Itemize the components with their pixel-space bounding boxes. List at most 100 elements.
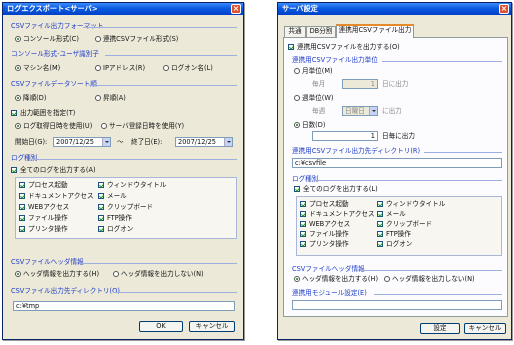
title-bar: サーバ設定 × xyxy=(278,3,511,15)
unit-header: 連携用CSVファイル出力単位 xyxy=(292,56,378,64)
header-output-radio[interactable] xyxy=(15,271,21,277)
daily-radio[interactable] xyxy=(294,122,300,128)
log-process-checkbox[interactable] xyxy=(19,182,25,188)
log-type-label: WEBアクセス xyxy=(28,203,70,211)
log-type-label: ウィンドウタイトル xyxy=(386,200,446,208)
apply-button[interactable]: 設定 xyxy=(420,323,460,334)
tab-db-split[interactable]: DB分割 xyxy=(306,26,336,37)
cancel-button[interactable]: キャンセル xyxy=(464,323,506,334)
log-type-label: クリップボード xyxy=(386,220,433,228)
ascending-radio[interactable] xyxy=(95,95,101,101)
every-month-label: 毎月 xyxy=(312,80,326,88)
log-mail-checkbox[interactable] xyxy=(377,211,383,217)
log-type-label: メール xyxy=(386,210,406,218)
module-header: 連携用モジュール設定(E) xyxy=(292,289,367,297)
divider xyxy=(83,27,237,28)
log-type-label: FTP操作 xyxy=(386,230,411,238)
log-type-label: WEBアクセス xyxy=(309,220,351,228)
log-type-label: ログオン xyxy=(107,225,134,233)
log-time-label: ログ取得日時を使用(U) xyxy=(23,122,93,130)
output-csv-checkbox[interactable] xyxy=(288,44,294,50)
end-date-picker[interactable]: 2007/12/25 xyxy=(175,137,233,147)
cancel-button[interactable]: キャンセル xyxy=(189,321,235,332)
tab-panel: 連携用CSVファイルを出力する(O) 連携用CSVファイル出力単位 月単位(M)… xyxy=(283,37,508,317)
start-date-label: 開始日(G): xyxy=(15,138,48,146)
header-no-output-radio[interactable] xyxy=(384,276,390,282)
log-web-checkbox[interactable] xyxy=(19,204,25,210)
header-no-output-label: ヘッダ情報を出力しない(N) xyxy=(121,270,204,278)
ok-button[interactable]: OK xyxy=(139,321,183,332)
log-time-radio[interactable] xyxy=(15,123,21,129)
log-ftp-checkbox[interactable] xyxy=(98,215,104,221)
descending-label: 降順(D) xyxy=(23,94,47,102)
all-logs-checkbox[interactable] xyxy=(11,167,17,173)
chevron-down-icon[interactable] xyxy=(102,138,110,146)
format-console-label: コンソール形式(C) xyxy=(23,35,79,43)
start-date-picker[interactable]: 2007/12/25 xyxy=(53,137,111,147)
log-printer-checkbox[interactable] xyxy=(19,226,25,232)
format-csv-label: 連携CSVファイル形式(S) xyxy=(103,35,179,43)
weekly-radio[interactable] xyxy=(294,95,300,101)
server-settings-dialog: サーバ設定 × 共通 DB分割 連携用CSVファイル出力 連携用CSVファイルを… xyxy=(277,2,512,340)
log-document-checkbox[interactable] xyxy=(19,193,25,199)
log-mail-checkbox[interactable] xyxy=(98,193,104,199)
format-console-radio[interactable] xyxy=(15,36,21,42)
log-type-label: プロセス起動 xyxy=(309,200,349,208)
log-printer-checkbox[interactable] xyxy=(300,241,306,247)
header-no-output-radio[interactable] xyxy=(113,271,119,277)
month-suffix-label: 日に出力 xyxy=(382,80,409,88)
days-value: 1 xyxy=(370,132,375,140)
close-button[interactable]: × xyxy=(231,4,241,14)
log-file-checkbox[interactable] xyxy=(19,215,25,221)
ip-address-radio[interactable] xyxy=(95,65,101,71)
log-window-checkbox[interactable] xyxy=(98,182,104,188)
module-input[interactable] xyxy=(292,300,502,310)
days-input[interactable]: 1 xyxy=(312,131,378,141)
output-dir-input[interactable]: c:¥tmp xyxy=(13,301,235,311)
monthly-radio[interactable] xyxy=(294,68,300,74)
log-clipboard-checkbox[interactable] xyxy=(377,221,383,227)
chevron-down-icon[interactable] xyxy=(224,138,232,146)
output-dir-header: CSVファイル出力先ディレクトリ(O) xyxy=(11,287,120,295)
logon-name-radio[interactable] xyxy=(163,65,169,71)
every-week-label: 毎週 xyxy=(312,107,326,115)
log-document-checkbox[interactable] xyxy=(300,211,306,217)
log-type-label: メール xyxy=(107,192,127,200)
log-type-label: プリンタ操作 xyxy=(309,240,349,248)
log-logon-checkbox[interactable] xyxy=(377,241,383,247)
format-csv-radio[interactable] xyxy=(95,36,101,42)
csv-header-header: CSVファイルヘッダ情報 xyxy=(292,265,365,273)
machine-name-radio[interactable] xyxy=(15,65,21,71)
window-title: サーバ設定 xyxy=(282,4,318,13)
dir-header: 連携用CSVファイル出力先ディレクトリ(R) xyxy=(292,147,421,155)
log-file-checkbox[interactable] xyxy=(300,231,306,237)
start-date-value: 2007/12/25 xyxy=(56,138,95,146)
month-day-input[interactable]: 1 xyxy=(342,79,378,89)
descending-radio[interactable] xyxy=(15,95,21,101)
server-time-radio[interactable] xyxy=(101,123,107,129)
logon-name-label: ログオン名(L) xyxy=(171,64,213,72)
end-date-value: 2007/12/25 xyxy=(178,138,217,146)
tab-common[interactable]: 共通 xyxy=(284,26,306,37)
week-suffix-label: に出力 xyxy=(382,107,402,115)
log-process-checkbox[interactable] xyxy=(300,201,306,207)
header-output-label: ヘッダ情報を出力する(H) xyxy=(23,270,100,278)
log-window-checkbox[interactable] xyxy=(377,201,383,207)
header-output-radio[interactable] xyxy=(294,276,300,282)
log-clipboard-checkbox[interactable] xyxy=(98,204,104,210)
all-logs-checkbox[interactable] xyxy=(294,186,300,192)
monthly-label: 月単位(M) xyxy=(302,67,333,75)
log-type-label: ログオン xyxy=(386,240,413,248)
log-ftp-checkbox[interactable] xyxy=(377,231,383,237)
log-web-checkbox[interactable] xyxy=(300,221,306,227)
tab-csv-output[interactable]: 連携用CSVファイル出力 xyxy=(336,24,414,38)
log-logon-checkbox[interactable] xyxy=(98,226,104,232)
dir-input[interactable]: c:¥csvfile xyxy=(292,158,502,168)
weekday-select[interactable]: 日曜日 xyxy=(342,106,378,116)
log-type-label: FTP操作 xyxy=(107,214,132,222)
close-button[interactable]: × xyxy=(499,4,509,14)
divider xyxy=(424,152,502,153)
all-logs-label: 全てのログを出力する(A) xyxy=(20,166,96,174)
chevron-down-icon[interactable] xyxy=(369,107,377,115)
range-checkbox[interactable] xyxy=(11,110,17,116)
